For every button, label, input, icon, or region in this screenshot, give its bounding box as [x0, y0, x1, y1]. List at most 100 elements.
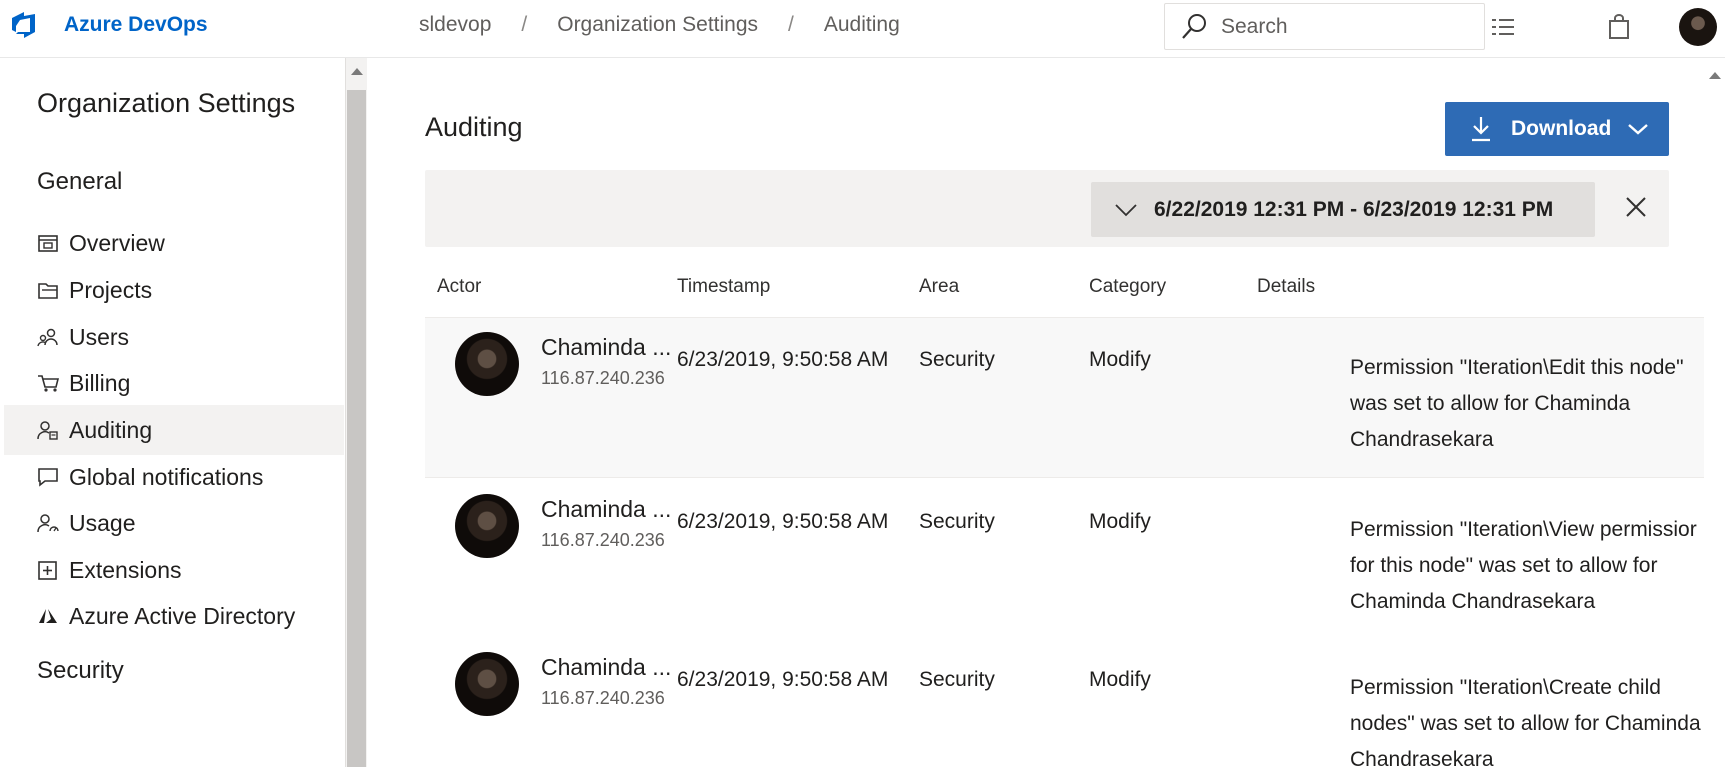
area-cell: Security — [919, 668, 995, 691]
download-button[interactable]: Download — [1445, 102, 1669, 156]
user-avatar[interactable] — [1679, 8, 1717, 46]
breadcrumb-auditing[interactable]: Auditing — [824, 13, 900, 37]
category-cell: Modify — [1089, 348, 1151, 371]
main-scrollbar[interactable] — [1704, 58, 1725, 767]
timestamp-cell: 6/23/2019, 9:50:58 AM — [677, 510, 889, 533]
timestamp-cell: 6/23/2019, 9:50:58 AM — [677, 348, 889, 371]
users-icon — [36, 325, 60, 349]
search-placeholder: Search — [1221, 14, 1288, 38]
sidebar-title: Organization Settings — [37, 88, 296, 118]
close-icon[interactable] — [1621, 192, 1651, 222]
actor-name: Chaminda ... — [541, 496, 672, 522]
details-cell: Permission "Iteration\Edit this node" wa… — [1350, 350, 1720, 458]
usage-icon — [36, 511, 60, 535]
details-cell: Permission "Iteration\Create child nodes… — [1350, 670, 1720, 767]
chevron-down-icon — [1115, 203, 1137, 216]
details-line: Chaminda Chandrasekara — [1350, 590, 1596, 613]
table-row[interactable]: Chaminda ... 116.87.240.236 6/23/2019, 9… — [425, 638, 1725, 767]
notifications-list-button[interactable] — [1488, 12, 1518, 42]
sidebar-item-label: Usage — [69, 509, 136, 536]
breadcrumb: sldevop / Organization Settings / Auditi… — [419, 13, 900, 37]
sidebar-item-auditing[interactable]: Auditing — [4, 405, 344, 455]
details-line: Permission "Iteration\Edit this node" — [1350, 356, 1684, 379]
actor-ip: 116.87.240.236 — [541, 688, 665, 708]
sidebar-item-overview[interactable]: Overview — [4, 218, 344, 268]
column-header-area[interactable]: Area — [919, 276, 959, 298]
sidebar-section-security: Security — [37, 657, 124, 684]
actor-name: Chaminda ... — [541, 334, 672, 360]
area-cell: Security — [919, 348, 995, 371]
sidebar-item-label: Global notifications — [69, 463, 264, 490]
details-line: Permission "Iteration\Create child — [1350, 676, 1661, 699]
chat-icon — [36, 465, 60, 489]
sidebar-item-label: Users — [69, 323, 130, 350]
avatar — [455, 494, 519, 558]
actor-ip: 116.87.240.236 — [541, 368, 665, 388]
details-cell: Permission "Iteration\View permissior fo… — [1350, 512, 1720, 620]
sidebar-item-label: Extensions — [69, 556, 182, 583]
date-range-picker[interactable]: 6/22/2019 12:31 PM - 6/23/2019 12:31 PM — [1091, 182, 1595, 237]
table-row[interactable]: Chaminda ... 116.87.240.236 6/23/2019, 9… — [425, 480, 1725, 640]
table-row[interactable]: Chaminda ... 116.87.240.236 6/23/2019, 9… — [425, 318, 1725, 478]
sidebar-item-users[interactable]: Users — [4, 312, 344, 362]
column-header-actor[interactable]: Actor — [437, 276, 481, 298]
chevron-down-icon — [1628, 124, 1649, 135]
extensions-icon — [36, 558, 60, 582]
details-line: nodes" was set to allow for Chaminda — [1350, 712, 1701, 735]
sidebar-scrollbar[interactable] — [346, 58, 367, 767]
sidebar-item-usage[interactable]: Usage — [4, 498, 344, 548]
sidebar-item-global-notifications[interactable]: Global notifications — [4, 452, 344, 502]
avatar — [455, 652, 519, 716]
sidebar-section-general: General — [37, 168, 123, 195]
details-line: Chandrasekara — [1350, 748, 1494, 767]
sidebar-item-label: Overview — [69, 229, 165, 256]
area-cell: Security — [919, 510, 995, 533]
actor-ip: 116.87.240.236 — [541, 530, 665, 550]
actor-name: Chaminda ... — [541, 654, 672, 680]
sidebar-item-azure-active-directory[interactable]: Azure Active Directory — [4, 591, 344, 641]
breadcrumb-separator: / — [521, 13, 528, 36]
breadcrumb-org[interactable]: sldevop — [419, 13, 491, 37]
download-icon — [1472, 117, 1490, 142]
projects-icon — [36, 278, 60, 302]
sidebar-item-billing[interactable]: Billing — [4, 358, 344, 408]
category-cell: Modify — [1089, 510, 1151, 533]
marketplace-button[interactable] — [1604, 12, 1634, 42]
timestamp-cell: 6/23/2019, 9:50:58 AM — [677, 668, 889, 691]
details-line: for this node" was set to allow for — [1350, 554, 1658, 577]
details-line: Permission "Iteration\View permissior — [1350, 518, 1697, 541]
details-line: Chandrasekara — [1350, 428, 1494, 451]
cart-icon — [36, 371, 60, 395]
date-range-text: 6/22/2019 12:31 PM - 6/23/2019 12:31 PM — [1154, 197, 1554, 221]
search-input[interactable]: Search — [1164, 3, 1485, 50]
sidebar-item-extensions[interactable]: Extensions — [4, 545, 344, 595]
column-header-category[interactable]: Category — [1089, 276, 1166, 298]
sidebar-item-label: Billing — [69, 369, 131, 396]
top-bar: Azure DevOps sldevop / Organization Sett… — [0, 0, 1725, 58]
download-label: Download — [1511, 117, 1612, 140]
details-line: was set to allow for Chaminda — [1350, 392, 1631, 415]
column-header-details[interactable]: Details — [1257, 276, 1315, 298]
scroll-up-arrow-icon[interactable] — [351, 68, 363, 75]
avatar — [455, 332, 519, 396]
app-name: Azure DevOps — [64, 13, 208, 36]
list-icon — [1492, 19, 1514, 35]
azure-devops-logo-icon — [12, 12, 35, 38]
breadcrumb-org-settings[interactable]: Organization Settings — [557, 13, 758, 37]
shopping-bag-icon — [1609, 14, 1629, 39]
column-header-timestamp[interactable]: Timestamp — [677, 276, 770, 298]
scrollbar-thumb[interactable] — [347, 90, 366, 767]
scroll-up-arrow-icon[interactable] — [1709, 72, 1721, 79]
app-logo[interactable]: Azure DevOps — [10, 10, 208, 40]
search-icon — [1182, 13, 1206, 39]
category-cell: Modify — [1089, 668, 1151, 691]
overview-icon — [36, 231, 60, 255]
page-title: Auditing — [425, 112, 523, 142]
sidebar-item-label: Auditing — [69, 416, 153, 443]
sidebar-item-projects[interactable]: Projects — [4, 265, 344, 315]
breadcrumb-separator: / — [788, 13, 794, 36]
filter-bar: 6/22/2019 12:31 PM - 6/23/2019 12:31 PM — [425, 170, 1669, 247]
table-header: Actor Timestamp Area Category Details — [425, 262, 1725, 318]
sidebar-item-label: Azure Active Directory — [69, 602, 296, 629]
azure-ad-icon — [36, 604, 60, 628]
